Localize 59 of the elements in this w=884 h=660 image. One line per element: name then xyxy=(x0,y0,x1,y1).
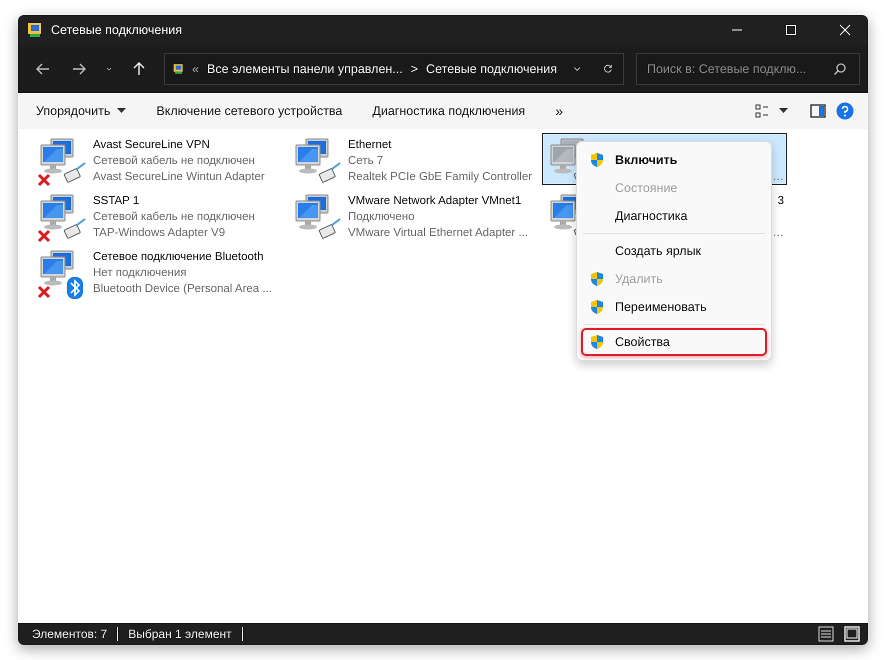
caret-icon[interactable] xyxy=(779,108,788,114)
item-count: Элементов: 7 xyxy=(32,627,108,641)
details-view-icon[interactable] xyxy=(818,626,834,642)
connection-name: 3 xyxy=(778,194,784,209)
connection-item[interactable]: VMware Network Adapter VMnet1 Подключено VMware Virtual Ethernet Adapter ... xyxy=(287,189,532,241)
breadcrumb[interactable]: Все элементы панели управлен... xyxy=(206,62,403,76)
network-folder-icon xyxy=(173,61,184,77)
connection-name: SSTAP 1 xyxy=(93,194,140,209)
connection-item[interactable]: Avast SecureLine VPN Сетевой кабель не подключен Avast SecureLine Wintun Adapter xyxy=(32,133,277,185)
preview-pane-icon[interactable] xyxy=(810,104,826,118)
connection-device: Realtek PCIe GbE Family Controller xyxy=(348,170,532,185)
menu-item[interactable]: Переименовать xyxy=(581,293,767,321)
selection-count: Выбран 1 элемент xyxy=(128,627,232,641)
connection-item[interactable]: Ethernet Сеть 7 Realtek PCIe GbE Family Controller xyxy=(287,133,532,185)
connection-device: Avast SecureLine Wintun Adapter xyxy=(93,170,265,185)
search-input[interactable]: Поиск в: Сетевые подклю... xyxy=(645,61,833,77)
search-icon xyxy=(833,62,847,76)
connection-item[interactable]: SSTAP 1 Сетевой кабель не подключен TAP-Windows Adapter V9 xyxy=(32,189,277,241)
connection-name: VMware Network Adapter VMnet1 xyxy=(348,194,522,209)
caret-icon xyxy=(117,108,126,114)
connection-name: Avast SecureLine VPN xyxy=(93,138,210,153)
network-computer-icon xyxy=(37,193,87,243)
more-button[interactable]: » xyxy=(545,99,573,123)
help-icon[interactable] xyxy=(836,102,854,120)
window-title: Сетевые подключения xyxy=(51,23,182,37)
connection-status: Нет подключения xyxy=(93,266,186,281)
menu-item[interactable]: Создать ярлык xyxy=(581,237,767,265)
connection-device: Bluetooth Device (Personal Area ... xyxy=(93,282,272,297)
close-icon xyxy=(839,24,851,36)
network-folder-icon xyxy=(27,22,43,38)
arrow-left-icon xyxy=(35,61,51,77)
connection-name: Сетевое подключение Bluetooth xyxy=(93,250,264,265)
connection-device: VMware Virtual Ethernet Adapter ... xyxy=(348,226,528,241)
connection-device: TAP-Windows Adapter V9 xyxy=(93,226,226,241)
large-icons-view-icon[interactable] xyxy=(844,626,860,642)
connection-item[interactable]: Сетевое подключение Bluetooth Нет подключения Bluetooth Device (Personal Area ... xyxy=(32,245,277,297)
connection-name: Ethernet xyxy=(348,138,392,153)
connection-status: Сетевой кабель не подключен xyxy=(93,154,255,169)
arrow-right-icon xyxy=(71,61,87,77)
breadcrumb-separator[interactable]: > xyxy=(410,62,418,76)
menu-item[interactable]: Включить xyxy=(581,146,767,174)
connection-status: Сетевой кабель не подключен xyxy=(93,210,255,225)
toolbar-button[interactable]: Включение сетевого устройства xyxy=(146,100,352,122)
search-field[interactable]: Поиск в: Сетевые подклю... xyxy=(636,53,860,85)
connection-status: Сеть 7 xyxy=(348,154,384,169)
arrow-up-icon xyxy=(131,61,147,77)
toolbar-button[interactable]: Упорядочить xyxy=(26,100,136,122)
connection-device: … xyxy=(772,226,784,241)
maximize-icon xyxy=(785,24,797,36)
view-options-icon[interactable] xyxy=(755,104,769,118)
toolbar-button[interactable]: Диагностика подключения xyxy=(362,100,536,122)
network-computer-icon xyxy=(37,137,87,187)
menu-item[interactable]: Диагностика xyxy=(581,202,767,230)
menu-item[interactable]: Свойства xyxy=(581,328,767,356)
breadcrumb[interactable]: Сетевые подключения xyxy=(426,62,558,76)
address-bar[interactable]: « Все элементы панели управлен... > Сетевые подключения xyxy=(164,53,624,85)
overflow-chevron[interactable]: « xyxy=(192,62,199,76)
connection-status: Подключено xyxy=(348,210,414,225)
connection-device: … xyxy=(772,170,784,185)
